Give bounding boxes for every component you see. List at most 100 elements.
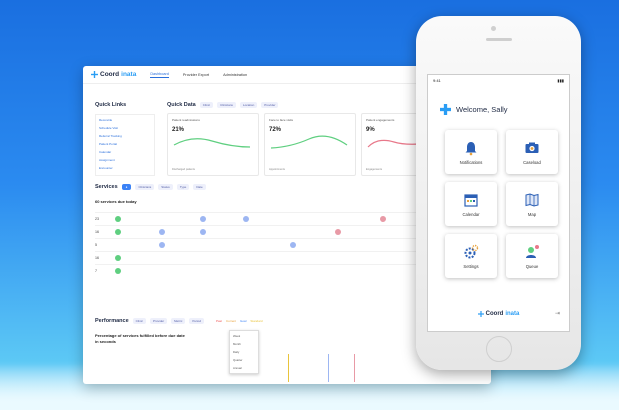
service-dot[interactable] bbox=[115, 216, 121, 222]
tile-settings[interactable]: Settings bbox=[445, 234, 497, 278]
quick-link[interactable]: Patient Portal bbox=[99, 142, 151, 146]
quick-link[interactable]: Schedule Visit bbox=[99, 126, 151, 130]
quick-data-title: Quick Data bbox=[167, 102, 196, 108]
row-day: 7 bbox=[95, 269, 97, 273]
tile-label: Settings bbox=[463, 263, 479, 269]
brand-cross-icon bbox=[477, 311, 484, 317]
service-dot[interactable] bbox=[115, 268, 121, 274]
quick-link[interactable]: Assignment bbox=[99, 158, 151, 162]
filter-chip[interactable]: Status bbox=[158, 184, 173, 190]
camera-icon bbox=[525, 142, 539, 153]
row-day: 16 bbox=[95, 256, 99, 260]
metric-sparkline bbox=[173, 138, 251, 148]
nav-tab-dashboard[interactable]: Dashboard bbox=[150, 72, 169, 78]
service-dot[interactable] bbox=[159, 242, 165, 248]
metric-card-readmissions[interactable]: Patient readmissions 21% Discharged pati… bbox=[167, 113, 259, 176]
service-dot[interactable] bbox=[290, 242, 296, 248]
tile-caseload[interactable]: Caseload bbox=[506, 130, 558, 174]
metric-label: Patient readmissions bbox=[172, 118, 200, 122]
quick-link[interactable]: Referral Tracking bbox=[99, 134, 151, 138]
brand-cross-icon bbox=[440, 104, 451, 115]
service-dot[interactable] bbox=[335, 229, 341, 235]
quick-links-panel: Quick Links Reconcile Schedule Visit Ref… bbox=[95, 102, 155, 176]
brand-logo[interactable]: Coord inata bbox=[91, 71, 136, 78]
bell-icon bbox=[465, 141, 477, 155]
metric-foot: Engagements bbox=[366, 168, 383, 171]
phone-screen: 9:41 ▮▮▮ Welcome, Sally Notifications Ca… bbox=[427, 74, 570, 332]
service-dot[interactable] bbox=[200, 216, 206, 222]
app-tiles: Notifications Caseload Calendar Map Sett… bbox=[428, 115, 569, 278]
tile-map[interactable]: Map bbox=[506, 182, 558, 226]
tile-label: Calendar bbox=[462, 211, 480, 217]
row-day: 5 bbox=[95, 243, 97, 247]
filter-chip[interactable]: Metric bbox=[171, 318, 186, 324]
performance-title: Performance bbox=[95, 318, 129, 324]
phone-brand-part1: Coord bbox=[485, 311, 504, 317]
tile-queue[interactable]: Queue bbox=[506, 234, 558, 278]
service-dot[interactable] bbox=[200, 229, 206, 235]
legend-item: Goal bbox=[240, 319, 247, 323]
service-dot[interactable] bbox=[159, 229, 165, 235]
brand-cross-icon bbox=[91, 71, 98, 78]
menu-item[interactable]: Quarter bbox=[233, 358, 255, 362]
tile-label: Queue bbox=[525, 263, 539, 269]
metric-sparkline bbox=[270, 135, 348, 149]
row-day: 23 bbox=[95, 217, 99, 221]
phone-device: 9:41 ▮▮▮ Welcome, Sally Notifications Ca… bbox=[416, 16, 581, 370]
chart-bar bbox=[354, 354, 355, 382]
brand-part1: Coord bbox=[100, 71, 120, 78]
nav-tab-export[interactable]: Provider Export bbox=[183, 73, 209, 77]
tile-notifications[interactable]: Notifications bbox=[445, 130, 497, 174]
filter-chip[interactable]: Date bbox=[193, 184, 206, 190]
filter-chip[interactable]: Location bbox=[239, 102, 258, 108]
filter-chip[interactable]: Clinic bbox=[132, 318, 146, 324]
phone-speaker bbox=[486, 38, 512, 41]
service-dot[interactable] bbox=[243, 216, 249, 222]
phone-brand-logo: Coord inata bbox=[428, 311, 569, 317]
menu-item[interactable]: Daily bbox=[233, 350, 255, 354]
phone-home-button[interactable] bbox=[486, 336, 512, 362]
tile-label: Caseload bbox=[523, 159, 541, 165]
service-dot[interactable] bbox=[380, 216, 386, 222]
gear-icon bbox=[464, 244, 479, 258]
metric-card-visits[interactable]: Face to face visits 72% Appointments bbox=[264, 113, 356, 176]
filter-chip[interactable]: Clinicians bbox=[217, 102, 236, 108]
quick-link[interactable]: Reconcile bbox=[99, 118, 151, 122]
filter-chip[interactable]: Clinic bbox=[199, 102, 214, 108]
welcome-header: Welcome, Sally bbox=[428, 86, 569, 115]
tile-label: Notifications bbox=[459, 159, 483, 165]
logout-icon[interactable]: ⇥ bbox=[555, 310, 560, 317]
phone-brand-part2: inata bbox=[505, 311, 520, 317]
filter-chip[interactable]: Type bbox=[176, 184, 190, 190]
user-queue-icon bbox=[526, 244, 539, 258]
nav-tab-administration[interactable]: Administration bbox=[223, 73, 247, 77]
period-dropdown-menu: Week Month Daily Quarter Annual bbox=[229, 330, 259, 374]
services-toggle-button[interactable]: ● bbox=[121, 184, 132, 190]
filter-chip[interactable]: Clinicians bbox=[135, 184, 155, 190]
tile-label: Map bbox=[527, 211, 537, 217]
filter-chip[interactable]: Provider bbox=[149, 318, 168, 324]
status-time: 9:41 bbox=[433, 78, 441, 83]
metric-label: Face to face visits bbox=[269, 118, 294, 122]
filter-chip[interactable]: Provider bbox=[261, 102, 279, 108]
quick-links-title: Quick Links bbox=[95, 102, 127, 108]
quick-link[interactable]: Calendar bbox=[99, 150, 151, 154]
chart-bar bbox=[288, 354, 289, 382]
menu-item[interactable]: Month bbox=[233, 342, 255, 346]
service-dot[interactable] bbox=[115, 229, 121, 235]
status-bar: 9:41 ▮▮▮ bbox=[428, 75, 569, 86]
brand-part2: inata bbox=[121, 71, 137, 78]
tile-calendar[interactable]: Calendar bbox=[445, 182, 497, 226]
legend-item: Current bbox=[226, 319, 237, 323]
service-dot[interactable] bbox=[115, 255, 121, 261]
menu-item[interactable]: Week bbox=[233, 334, 255, 338]
phone-camera bbox=[491, 26, 496, 31]
filter-chip[interactable]: Period bbox=[189, 318, 204, 324]
metric-foot: Discharged patients bbox=[172, 168, 195, 171]
legend-item: Standard bbox=[250, 319, 263, 323]
welcome-text: Welcome, Sally bbox=[456, 105, 508, 114]
row-day: 16 bbox=[95, 230, 99, 234]
quick-link[interactable]: Encounter bbox=[99, 166, 151, 170]
menu-item[interactable]: Annual bbox=[233, 366, 255, 370]
metric-foot: Appointments bbox=[269, 168, 285, 171]
